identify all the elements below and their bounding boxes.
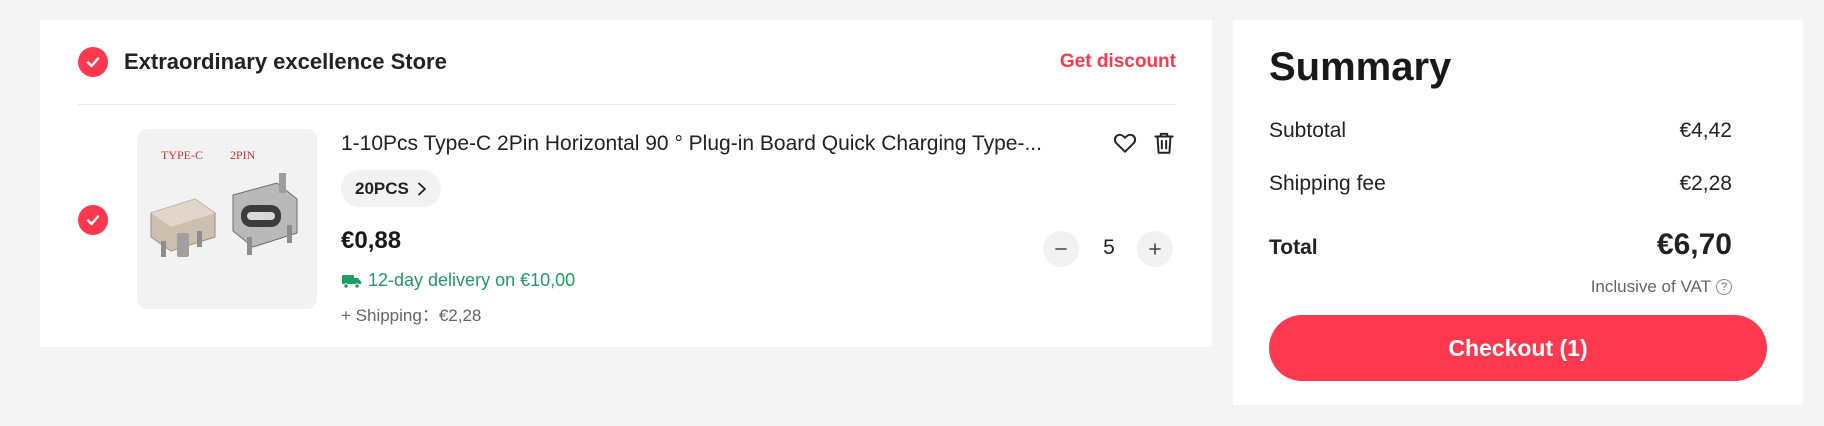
quantity-increase-button[interactable]	[1137, 231, 1173, 267]
delivery-text: 12-day delivery on €10,00	[368, 270, 576, 290]
heart-icon	[1113, 133, 1137, 153]
plus-icon	[1149, 243, 1161, 255]
delivery-info: 12-day delivery on €10,00	[341, 270, 575, 291]
shipping-fee-row: Shipping fee €2,28	[1269, 172, 1732, 196]
item-select-checkbox[interactable]	[78, 205, 108, 235]
check-icon	[86, 215, 100, 226]
vat-text: Inclusive of VAT	[1590, 277, 1711, 296]
shipping-fee-label: Shipping fee	[1269, 172, 1386, 195]
image-label-typec: TYPE-C	[161, 148, 203, 162]
minus-icon	[1055, 248, 1067, 250]
item-shipping: + Shipping：€2,28	[341, 306, 482, 325]
subtotal-row: Subtotal €4,42	[1269, 119, 1732, 143]
quantity-decrease-button[interactable]	[1043, 231, 1079, 267]
shipping-fee-value: €2,28	[1679, 172, 1732, 195]
variant-label: 20PCS	[355, 178, 409, 198]
product-title[interactable]: 1-10Pcs Type-C 2Pin Horizontal 90 ° Plug…	[341, 132, 1081, 156]
delete-button[interactable]	[1151, 130, 1177, 156]
quantity-value[interactable]: 5	[1089, 236, 1129, 260]
total-value: €6,70	[1656, 228, 1732, 261]
variant-selector[interactable]: 20PCS	[341, 170, 441, 207]
check-icon	[86, 57, 100, 68]
vat-note: Inclusive of VAT ?	[1591, 277, 1732, 297]
subtotal-label: Subtotal	[1269, 119, 1347, 142]
summary-panel: Summary Subtotal €4,42 Shipping fee €2,2…	[1233, 20, 1803, 405]
item-price: €0,88	[341, 227, 402, 254]
cart-panel: Extraordinary excellence Store Get disco…	[40, 20, 1212, 347]
total-row: Total €6,70	[1269, 228, 1732, 262]
subtotal-value: €4,42	[1679, 119, 1732, 142]
store-row: Extraordinary excellence Store Get disco…	[78, 20, 1176, 105]
connector-left-graphic	[150, 198, 216, 257]
image-label-2pin: 2PIN	[230, 148, 256, 162]
product-image[interactable]: TYPE-C 2PIN	[137, 129, 317, 309]
summary-title: Summary	[1269, 45, 1452, 89]
wishlist-button[interactable]	[1112, 130, 1138, 156]
total-label: Total	[1269, 236, 1318, 259]
get-discount-link[interactable]: Get discount	[1060, 51, 1176, 73]
checkout-button[interactable]: Checkout (1)	[1269, 315, 1767, 381]
truck-icon	[342, 274, 361, 289]
trash-icon	[1154, 132, 1174, 154]
connector-right-graphic	[232, 173, 298, 255]
store-select-checkbox[interactable]	[78, 47, 108, 77]
chevron-right-icon	[417, 182, 426, 195]
info-icon[interactable]: ?	[1716, 279, 1732, 295]
store-name[interactable]: Extraordinary excellence Store	[124, 49, 1060, 75]
